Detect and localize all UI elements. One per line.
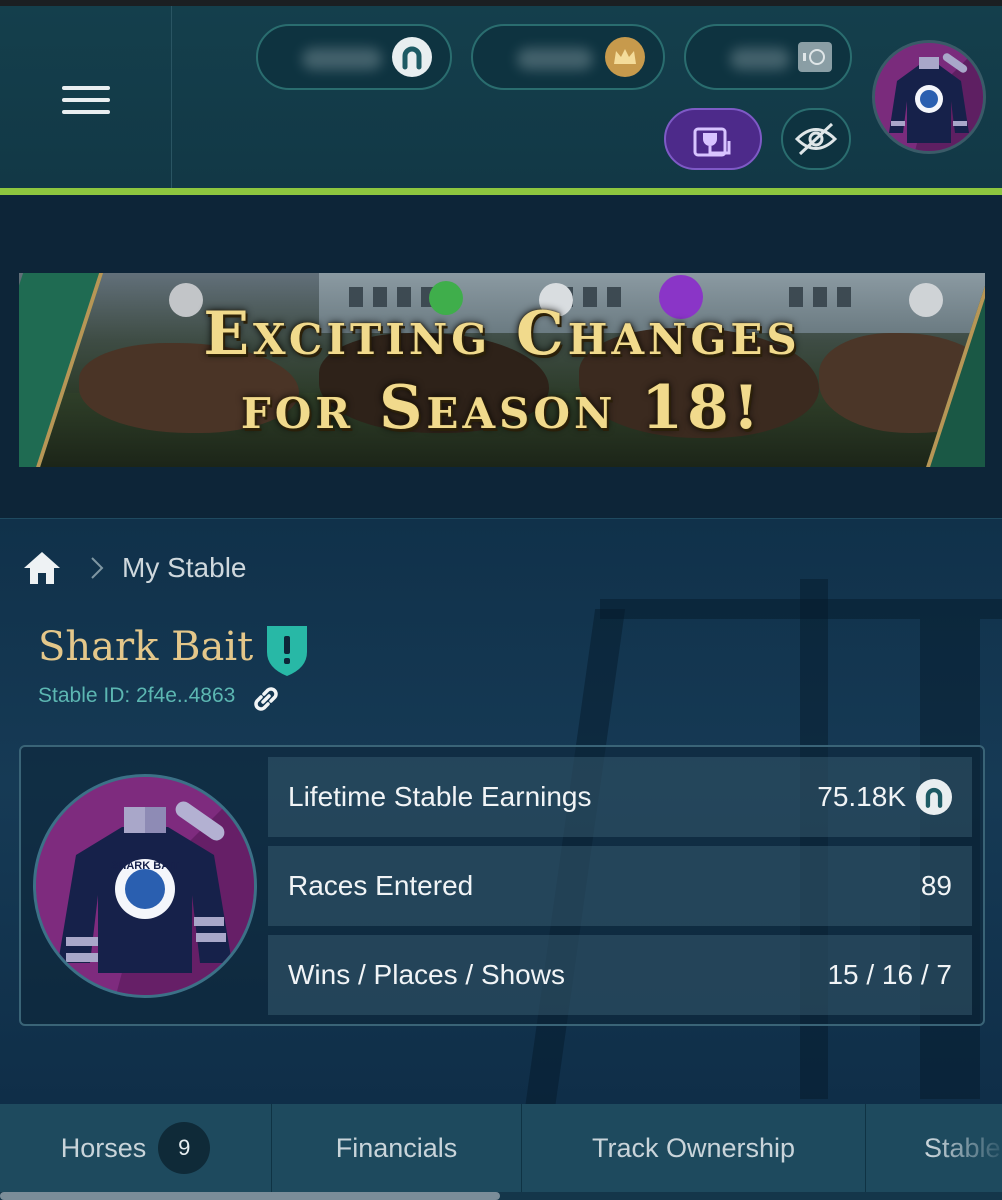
header-divider [0,188,1002,195]
stable-tabs: Horses 9 Financials Track Ownership Stab… [0,1104,1002,1192]
stat-label: Wins / Places / Shows [288,959,565,990]
tabs-scrollbar-thumb[interactable] [0,1192,500,1200]
wallet-connect-button[interactable] [664,108,762,170]
home-icon[interactable] [22,549,62,587]
stat-value: 15 / 16 / 7 [827,959,952,990]
tab-label: Stable [924,1132,1001,1163]
menu-zone [0,6,172,188]
hide-balances-button[interactable] [781,108,851,170]
tab-financials[interactable]: Financials [272,1104,522,1192]
beam [600,599,1002,619]
avatar-text: SHARK BAIT [111,860,179,872]
safe-icon [798,42,832,72]
jockey-silks-icon: SHARK BAIT [36,777,254,995]
banner-subheadline: for Season 18! [240,373,764,443]
stat-row-earnings: Lifetime Stable Earnings 75.18K [268,757,972,837]
horseshoe-icon [392,37,432,77]
stat-row-results: Wins / Places / Shows 15 / 16 / 7 [268,935,972,1015]
hidden-balance-value [302,48,382,70]
stat-label: Lifetime Stable Earnings [288,781,592,812]
tab-track-ownership[interactable]: Track Ownership [522,1104,866,1192]
hidden-balance-value [517,48,593,70]
tab-stable[interactable]: Stable [866,1104,1002,1192]
crown-icon [605,37,645,77]
user-avatar[interactable] [872,40,986,154]
banner-headline: Exciting Changes [203,299,801,369]
stable-name: Shark Bait [38,624,254,670]
jockey-silks-icon [875,43,983,151]
tab-label: Horses [60,1132,147,1163]
horseshoe-balance-pill[interactable] [256,24,452,90]
vault-balance-pill[interactable] [684,24,852,90]
eye-off-icon [794,122,838,156]
hidden-balance-value [730,48,790,70]
stable-id: Stable ID: 2f4e..4863 [38,684,236,707]
stat-label: Races Entered [288,870,474,901]
horse-count-badge: 9 [158,1122,211,1174]
stat-value: 75.18K [817,781,906,812]
tab-horses[interactable]: Horses 9 [0,1104,272,1192]
tab-label: Financials [335,1132,458,1163]
season-banner[interactable]: Exciting Changes for Season 18! [19,273,985,467]
crown-balance-pill[interactable] [471,24,665,90]
link-icon[interactable] [250,683,282,715]
tab-label: Track Ownership [591,1132,796,1163]
plug-icon [693,123,731,157]
stable-avatar: SHARK BAIT [33,774,257,998]
stat-row-races: Races Entered 89 [268,846,972,926]
stat-value: 89 [920,870,952,901]
breadcrumb: My Stable [22,548,247,588]
hamburger-menu-icon[interactable] [62,86,110,118]
alert-shield-icon[interactable] [263,622,311,678]
breadcrumb-current: My Stable [122,552,247,583]
chevron-right-icon [91,557,104,579]
horseshoe-icon [916,779,952,815]
